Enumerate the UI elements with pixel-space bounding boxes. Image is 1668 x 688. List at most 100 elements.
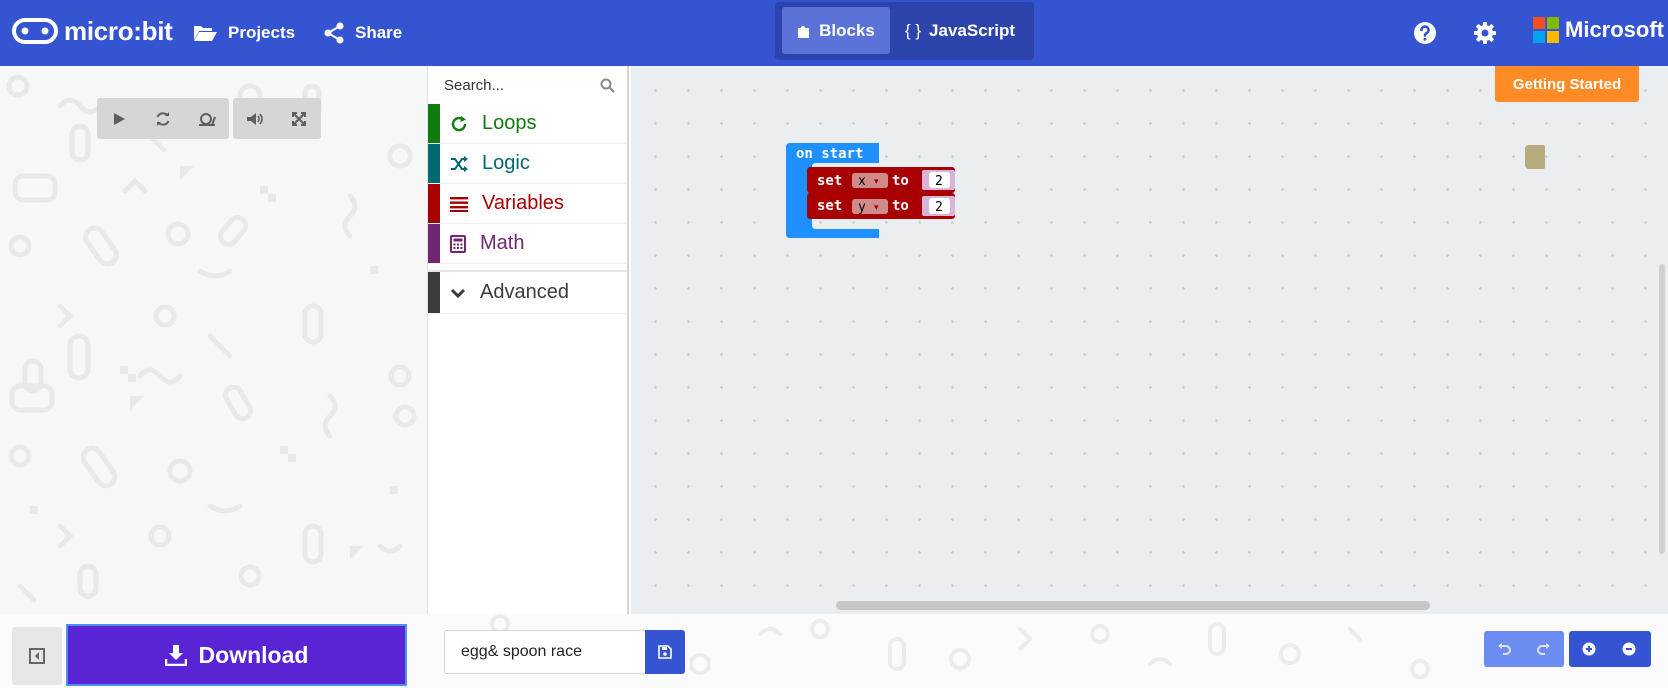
toolbox-search: [428, 66, 627, 104]
search-input[interactable]: [444, 76, 584, 94]
blocks-mode-label: Blocks: [819, 20, 875, 40]
micro-bit-logo[interactable]: micro:bit: [12, 14, 173, 48]
dropdown-arrow-icon: ▾: [874, 176, 879, 186]
zoom-group: [1569, 631, 1651, 667]
search-icon[interactable]: [600, 78, 615, 93]
loop-icon: [451, 115, 467, 131]
category-stripe: [428, 272, 440, 313]
category-advanced[interactable]: Advanced: [428, 270, 627, 314]
gear-icon: [1474, 22, 1496, 44]
undo-icon: [1498, 643, 1511, 655]
zoom-in-icon: [1582, 642, 1596, 656]
settings-button[interactable]: [1470, 18, 1500, 48]
mute-icon: [247, 112, 263, 125]
help-icon: [1414, 22, 1436, 44]
toolbox: Loops Logic Variables Math Advanced: [428, 66, 629, 614]
save-icon: [658, 645, 672, 659]
calculator-icon: [450, 234, 466, 253]
category-stripe: [428, 144, 440, 183]
category-stripe: [428, 104, 440, 143]
on-start-label: on start: [796, 146, 863, 162]
blocks-workspace[interactable]: Getting Started on start set x ▾ to 2 se…: [631, 66, 1668, 614]
simulator-panel: [0, 66, 428, 614]
category-loops[interactable]: Loops: [428, 104, 627, 144]
vertical-scrollbar[interactable]: [1659, 264, 1665, 554]
javascript-mode-label: JavaScript: [929, 20, 1016, 40]
category-label: Logic: [482, 152, 530, 174]
list-icon: [450, 196, 468, 212]
set-label: set: [817, 198, 842, 214]
blocks-mode-button[interactable]: Blocks: [782, 7, 890, 54]
play-icon: [114, 112, 125, 125]
collapse-simulator-button[interactable]: [12, 627, 62, 685]
category-logic[interactable]: Logic: [428, 144, 627, 184]
value-field[interactable]: 2: [935, 200, 943, 215]
redo-icon: [1537, 643, 1550, 655]
trash-can-icon[interactable]: [1525, 145, 1545, 169]
dropdown-arrow-icon: ▾: [874, 202, 879, 212]
to-label: to: [892, 173, 909, 189]
download-label: Download: [198, 641, 309, 668]
set-variable-block[interactable]: set x ▾ to 2: [807, 167, 955, 193]
help-button[interactable]: [1410, 18, 1440, 48]
projects-label: Projects: [228, 23, 296, 42]
undo-button[interactable]: [1484, 631, 1524, 667]
set-label: set: [817, 173, 842, 189]
category-label: Variables: [482, 192, 564, 214]
shuffle-icon: [451, 155, 468, 172]
share-icon: [324, 22, 344, 44]
zoom-out-button[interactable]: [1609, 631, 1649, 667]
save-button[interactable]: [645, 630, 685, 674]
simulator-controls: [97, 98, 229, 139]
undo-redo-group: [1484, 631, 1564, 667]
background-pattern: [6, 74, 417, 603]
projects-button[interactable]: Projects: [193, 18, 295, 48]
category-label: Advanced: [480, 281, 569, 303]
simulator-options: [233, 98, 321, 139]
restart-button[interactable]: [141, 98, 185, 139]
microsoft-logo-icon: [1533, 17, 1559, 43]
collapse-simulator-icon: [29, 648, 45, 664]
braces-icon: { }: [904, 20, 922, 40]
fullscreen-button[interactable]: [277, 98, 321, 139]
download-icon: [164, 645, 187, 666]
on-start-block-stack[interactable]: on start set x ▾ to 2 set y ▾ to 2: [786, 143, 966, 243]
category-math[interactable]: Math: [428, 224, 627, 264]
category-stripe: [428, 184, 440, 223]
puzzle-icon: [798, 25, 810, 38]
category-label: Math: [480, 232, 525, 254]
slow-mo-icon: [199, 112, 216, 126]
category-variables[interactable]: Variables: [428, 184, 627, 224]
zoom-in-button[interactable]: [1569, 631, 1609, 667]
to-label: to: [892, 198, 909, 214]
restart-icon: [156, 111, 170, 126]
chevron-down-icon: [450, 288, 466, 298]
horizontal-scrollbar[interactable]: [836, 601, 1430, 610]
share-button[interactable]: Share: [323, 18, 402, 48]
value-field[interactable]: 2: [935, 174, 943, 189]
mute-button[interactable]: [233, 98, 277, 139]
zoom-out-icon: [1622, 642, 1636, 656]
javascript-mode-button[interactable]: { } JavaScript: [892, 7, 1028, 54]
project-name-input[interactable]: [444, 630, 646, 674]
getting-started-button[interactable]: Getting Started: [1495, 66, 1639, 102]
redo-button[interactable]: [1524, 631, 1564, 667]
variable-name[interactable]: y: [858, 200, 866, 215]
bottom-bar: Download: [0, 614, 1668, 688]
microsoft-logo[interactable]: Microsoft: [1533, 17, 1664, 43]
microsoft-label: Microsoft: [1565, 17, 1664, 42]
simulator-toolbar: [97, 98, 321, 139]
download-button[interactable]: Download: [66, 624, 407, 686]
variable-name[interactable]: x: [858, 174, 866, 189]
micro-bit-logo-icon: [12, 18, 58, 44]
top-bar: micro:bit Projects Share Blocks { } Java…: [0, 0, 1668, 66]
slow-mo-button[interactable]: [185, 98, 229, 139]
folder-open-icon: [194, 26, 217, 41]
share-label: Share: [355, 23, 403, 42]
app-name: micro:bit: [64, 15, 173, 46]
set-variable-block[interactable]: set y ▾ to 2: [807, 193, 955, 219]
play-button[interactable]: [97, 98, 141, 139]
editor-mode-toggle: Blocks { } JavaScript: [775, 2, 1034, 60]
fullscreen-icon: [292, 111, 306, 126]
category-stripe: [428, 224, 440, 263]
